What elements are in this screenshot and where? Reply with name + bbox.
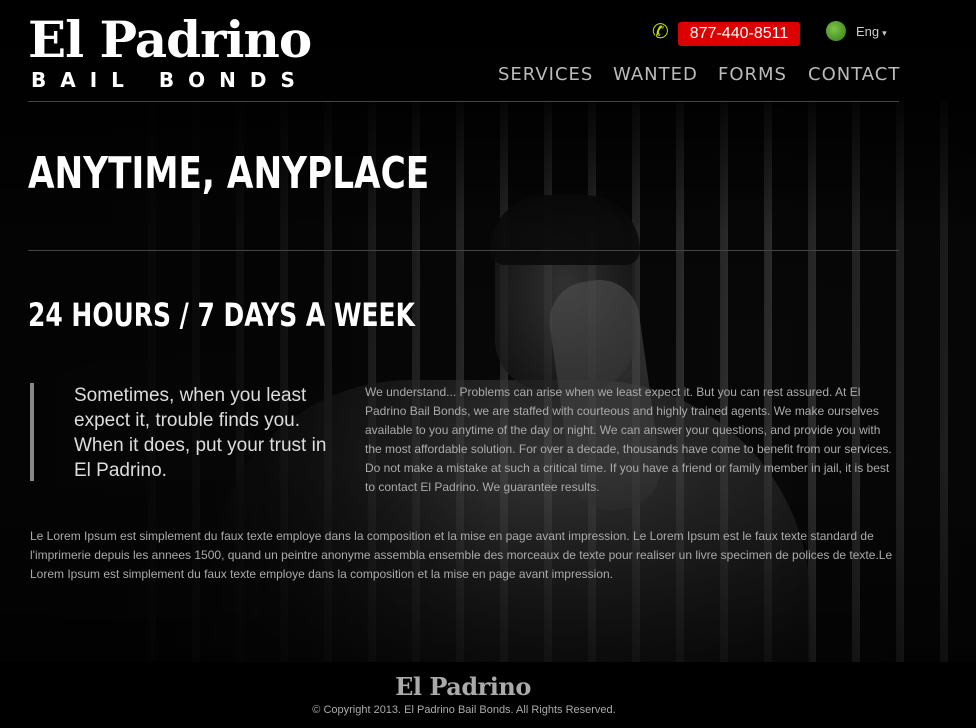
nav-contact[interactable]: CONTACT (808, 64, 900, 85)
globe-icon (826, 21, 846, 41)
lorem-paragraph: Le Lorem Ipsum est simplement du faux te… (30, 529, 893, 581)
phone-number[interactable]: 877-440-8511 (678, 22, 800, 46)
pull-quote: Sometimes, when you least expect it, tro… (74, 385, 327, 481)
footer: El Padrino © Copyright 2013. El Padrino … (0, 662, 976, 728)
copyright-text: © Copyright 2013. El Padrino Bail Bonds.… (312, 704, 616, 716)
chevron-down-icon: ▾ (882, 28, 887, 38)
body-paragraph: We understand... Problems can arise when… (365, 385, 892, 494)
nav-services[interactable]: SERVICES (498, 64, 593, 85)
phone-icon: ✆ (652, 21, 669, 43)
quote-bar (30, 383, 34, 481)
nav-wanted[interactable]: WANTED (613, 64, 698, 85)
language-label: Eng (856, 24, 880, 39)
main-nav: SERVICES WANTED FORMS CONTACT (0, 64, 900, 88)
nav-forms[interactable]: FORMS (718, 64, 787, 85)
logo-title: El Padrino (28, 10, 312, 69)
nav-divider (28, 101, 899, 102)
section-divider (28, 250, 899, 251)
language-selector[interactable]: Eng ▾ (856, 24, 887, 39)
hero-subheadline: 24 HOURS / 7 DAYS A WEEK (28, 296, 415, 334)
hero-headline: ANYTIME, ANYPLACE (28, 148, 430, 199)
footer-logo[interactable]: El Padrino (0, 672, 926, 701)
